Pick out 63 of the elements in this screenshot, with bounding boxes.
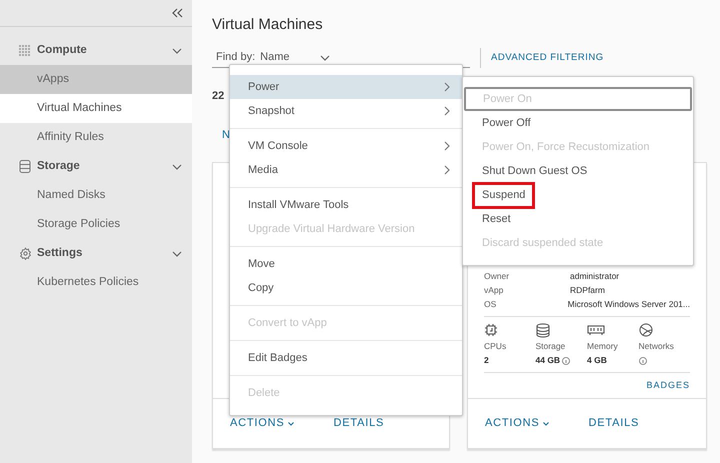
sidebar-item[interactable]: Named Disks bbox=[0, 181, 192, 210]
nav-group-header[interactable]: Storage bbox=[0, 152, 192, 181]
chevron-icon bbox=[288, 422, 294, 426]
submenu-item[interactable]: Shut Down Guest OS bbox=[473, 159, 596, 183]
menu-item[interactable]: Move bbox=[230, 252, 462, 276]
sidebar-item[interactable]: Kubernetes Policies bbox=[0, 268, 192, 297]
menu-item[interactable]: Copy bbox=[230, 276, 462, 300]
chevron-right-icon bbox=[444, 106, 450, 116]
menu-item[interactable]: Media bbox=[230, 158, 462, 182]
stat-label: CPUs bbox=[484, 340, 506, 352]
nav-group-label: Storage bbox=[37, 158, 81, 174]
badges-link[interactable]: BADGES bbox=[646, 378, 690, 392]
sidebar-item[interactable]: Affinity Rules bbox=[0, 123, 192, 152]
chevron-right-icon bbox=[444, 82, 450, 92]
stat-label: Storage bbox=[536, 340, 566, 352]
globe-icon bbox=[638, 323, 652, 338]
detail-value: administrator bbox=[570, 270, 620, 283]
storage-icon bbox=[536, 322, 550, 338]
sidebar-item[interactable]: Storage Policies bbox=[0, 210, 192, 239]
chevron-right-icon bbox=[444, 141, 450, 151]
chevron-right-icon bbox=[444, 165, 450, 175]
nav-group-label: Compute bbox=[37, 42, 88, 58]
sidebar-item[interactable]: vApps bbox=[0, 65, 192, 94]
details-link[interactable]: DETAILS bbox=[588, 415, 640, 432]
detail-value: RDPfarm bbox=[570, 284, 605, 297]
stat-label: Networks bbox=[638, 340, 674, 352]
grid-icon bbox=[19, 44, 31, 56]
page-title: Virtual Machines bbox=[212, 15, 323, 35]
detail-key: vApp bbox=[484, 282, 570, 297]
actions-button[interactable]: ACTIONS bbox=[485, 415, 548, 432]
nav-group-header[interactable]: Compute bbox=[0, 36, 192, 65]
submenu-item[interactable]: Suspend bbox=[472, 182, 536, 208]
detail-key: Owner bbox=[484, 268, 570, 283]
detail-value: Microsoft Windows Server 201... bbox=[568, 298, 690, 311]
sidebar-item[interactable]: Virtual Machines bbox=[0, 94, 192, 123]
memory-icon bbox=[587, 324, 605, 336]
detail-key: OS bbox=[484, 296, 568, 311]
cpu-icon bbox=[484, 323, 498, 338]
submenu-item[interactable]: Reset bbox=[473, 207, 520, 231]
stat-value: 2 bbox=[484, 354, 489, 367]
nav-group-header[interactable]: Settings bbox=[0, 239, 192, 268]
sort-link[interactable]: N bbox=[222, 126, 230, 143]
advanced-filtering-link[interactable]: ADVANCED FILTERING bbox=[491, 50, 604, 66]
stat-label: Memory bbox=[587, 340, 618, 352]
submenu-item[interactable]: Power Off bbox=[473, 111, 540, 135]
collapse-icon[interactable] bbox=[172, 8, 183, 18]
storage-icon bbox=[19, 160, 31, 173]
chevron-icon bbox=[542, 422, 548, 426]
details-link[interactable]: DETAILS bbox=[334, 415, 384, 432]
settings-icon bbox=[19, 247, 32, 260]
vm-count: 22 bbox=[212, 89, 224, 104]
menu-item[interactable]: VM Console bbox=[230, 134, 462, 158]
stat-value: 44 GB bbox=[536, 354, 560, 367]
menu-item[interactable]: Edit Badges bbox=[230, 346, 462, 370]
menu-item[interactable]: Install VMware Tools bbox=[230, 193, 462, 217]
menu-item[interactable]: Power bbox=[230, 75, 462, 99]
chevron-icon bbox=[320, 54, 330, 60]
menu-item[interactable]: Snapshot bbox=[230, 99, 462, 123]
stat-value: 4 GB bbox=[587, 354, 607, 367]
find-by-value: Name bbox=[260, 50, 290, 66]
nav-group-label: Settings bbox=[37, 246, 84, 261]
find-by-label: Find by: bbox=[216, 50, 256, 66]
actions-button[interactable]: ACTIONS bbox=[230, 415, 294, 432]
